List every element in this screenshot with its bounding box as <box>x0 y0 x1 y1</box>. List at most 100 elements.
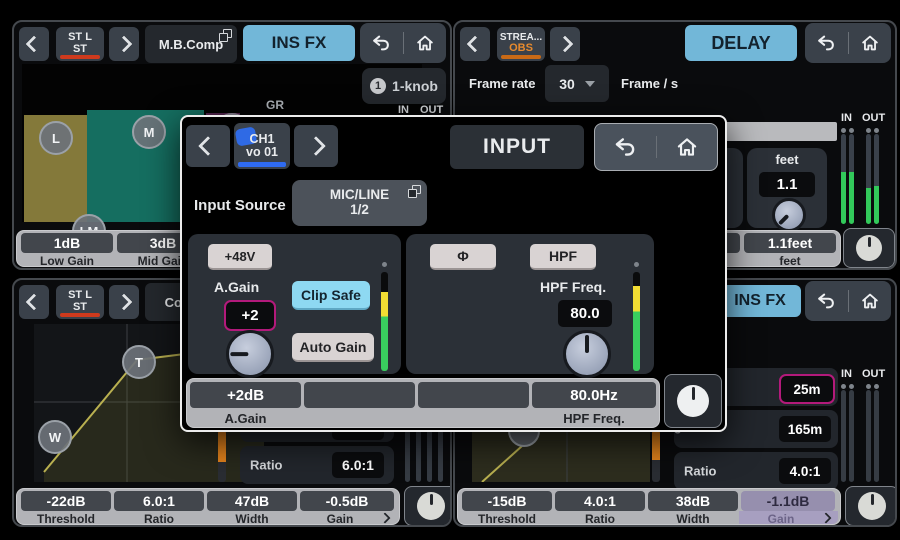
band-handle-label: M <box>144 125 155 140</box>
ratio-row[interactable]: Ratio 4.0:1 <box>674 452 838 490</box>
back-button[interactable] <box>809 284 843 318</box>
auto-gain-button[interactable]: Auto Gain <box>292 333 374 362</box>
footer-value: 6.0:1 <box>143 493 175 509</box>
footer-label: Ratio <box>555 512 645 526</box>
footer-cell-threshold[interactable]: -15dB <box>462 491 552 511</box>
footer-cell-ratio[interactable]: 4.0:1 <box>555 491 645 511</box>
divider <box>848 290 849 312</box>
channel-select-button[interactable]: STREA... OBS <box>497 27 545 61</box>
nav-panel <box>594 123 718 171</box>
home-button[interactable] <box>670 130 704 164</box>
ratio-row[interactable]: Ratio 6.0:1 <box>240 446 394 484</box>
home-button[interactable] <box>408 26 442 60</box>
phantom-button[interactable]: +48V <box>208 244 272 270</box>
input-source-button[interactable]: MIC/LINE 1/2 <box>292 180 427 226</box>
footer-cell-width[interactable]: 38dB <box>648 491 738 511</box>
feet-knob[interactable] <box>772 198 806 232</box>
footer-cell-ratio[interactable]: 6.0:1 <box>114 491 204 511</box>
footer-cell-gain-selected[interactable]: -1.1dB <box>741 491 835 511</box>
footer-cell-again[interactable]: +2dB <box>190 382 301 408</box>
next-channel-button[interactable] <box>109 285 139 319</box>
again-value: +2 <box>241 307 258 324</box>
footer-value: 80.0Hz <box>570 387 618 404</box>
library-button[interactable]: M.B.Comp <box>145 25 237 63</box>
channel-name2: OBS <box>509 43 533 55</box>
again-label: A.Gain <box>214 279 259 295</box>
page-tab-insfx[interactable]: INS FX <box>719 285 801 317</box>
footer-label: Ratio <box>114 512 204 526</box>
attack-value-box[interactable]: 25m <box>779 374 835 404</box>
chevron-left-icon <box>198 136 218 156</box>
channel-select-button[interactable]: ST L ST <box>56 285 104 319</box>
more-params-chevron[interactable] <box>379 512 390 523</box>
ratio-value-box[interactable]: 4.0:1 <box>779 458 831 484</box>
footer-cell-width[interactable]: 47dB <box>207 491 297 511</box>
page-tab-label: DELAY <box>711 33 770 54</box>
channel-select-button[interactable]: CH1 vo 01 <box>234 123 290 169</box>
footer-label: Gain <box>300 512 380 526</box>
one-knob-label: 1-knob <box>392 78 438 94</box>
one-badge-icon: 1 <box>370 78 386 94</box>
chevron-left-icon <box>26 36 43 53</box>
ratio-value-box[interactable]: 6.0:1 <box>332 452 384 478</box>
release-value-box[interactable]: 165m <box>779 416 831 442</box>
width-handle[interactable]: W <box>38 420 72 454</box>
footer-cell-empty[interactable] <box>418 382 529 408</box>
prev-channel-button[interactable] <box>19 27 49 61</box>
next-channel-button[interactable] <box>550 27 580 61</box>
channel-select-button[interactable]: ST L ST <box>56 27 104 61</box>
knob-assign-button[interactable] <box>664 374 722 428</box>
band-handle-m[interactable]: M <box>132 115 166 149</box>
back-button[interactable] <box>608 130 642 164</box>
out-label: OUT <box>862 112 885 124</box>
hpf-button[interactable]: HPF <box>530 244 596 270</box>
knob-assign-button[interactable] <box>404 486 452 526</box>
out-meter-r <box>874 134 879 224</box>
feet-value-box[interactable]: 1.1 <box>759 172 815 197</box>
footer-cell-threshold[interactable]: -22dB <box>21 491 111 511</box>
page-tab-insfx[interactable]: INS FX <box>243 25 355 61</box>
home-button[interactable] <box>853 26 887 60</box>
gr-meter <box>652 430 660 482</box>
footer-cell-lowgain[interactable]: 1dB <box>21 233 113 253</box>
footer-value: 1.1feet <box>768 235 812 251</box>
one-knob-button[interactable]: 1 1-knob <box>362 68 446 104</box>
back-button[interactable] <box>364 26 398 60</box>
frame-rate-dropdown[interactable]: 30 <box>545 65 609 102</box>
home-button[interactable] <box>853 284 887 318</box>
hpf-freq-value-box[interactable]: 80.0 <box>558 300 612 327</box>
knob-assign-button[interactable] <box>845 486 897 526</box>
out-meter-l <box>427 430 432 482</box>
band-handle-l[interactable]: L <box>39 121 73 155</box>
footer-cell-gain[interactable]: -0.5dB <box>300 491 394 511</box>
footer-value: +2dB <box>227 387 264 404</box>
threshold-handle[interactable]: T <box>122 345 156 379</box>
phase-label: Φ <box>457 248 469 264</box>
footer-cell-empty[interactable] <box>304 382 415 408</box>
chevron-right-icon <box>116 294 133 311</box>
next-channel-button[interactable] <box>294 125 338 167</box>
source-name: MIC/LINE <box>330 188 389 203</box>
gain-level-meter <box>381 272 388 371</box>
out-meter-r <box>438 430 443 482</box>
nav-panel <box>805 23 891 63</box>
knob-assign-button[interactable] <box>843 228 895 268</box>
next-channel-button[interactable] <box>109 27 139 61</box>
footer-cell-feet[interactable]: 1.1feet <box>744 233 836 253</box>
hpf-freq-knob[interactable] <box>563 330 611 378</box>
prev-channel-button[interactable] <box>186 125 230 167</box>
back-button[interactable] <box>809 26 843 60</box>
clip-safe-button[interactable]: Clip Safe <box>292 281 370 310</box>
page-tab-delay[interactable]: DELAY <box>685 25 797 61</box>
meter-peak-dot <box>866 384 871 389</box>
page-tab-label: INS FX <box>734 292 786 310</box>
phase-button[interactable]: Φ <box>430 244 496 270</box>
again-knob[interactable] <box>226 330 274 378</box>
channel-name: CH1 <box>249 133 274 147</box>
prev-channel-button[interactable] <box>460 27 490 61</box>
again-value-box[interactable]: +2 <box>224 300 276 331</box>
chevron-left-icon <box>26 294 43 311</box>
ratio-label: Ratio <box>684 464 717 479</box>
footer-cell-hpf[interactable]: 80.0Hz <box>532 382 656 408</box>
prev-channel-button[interactable] <box>19 285 49 319</box>
